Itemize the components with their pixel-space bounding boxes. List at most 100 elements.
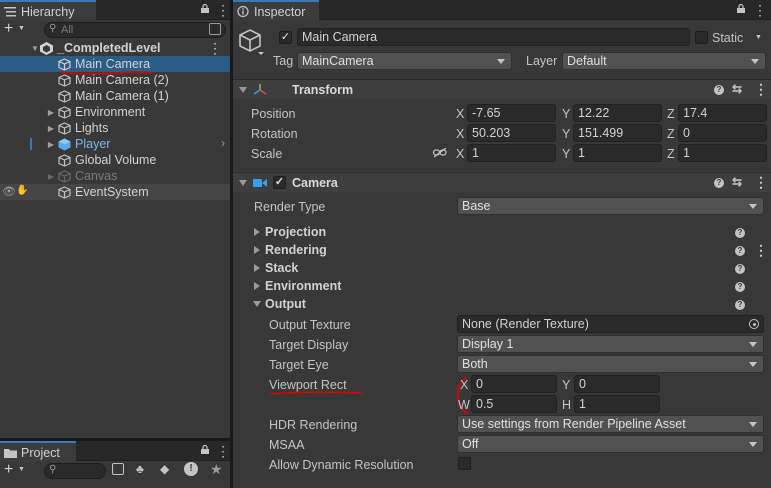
- render-type-dropdown[interactable]: Base: [457, 197, 764, 215]
- favorite-star-icon[interactable]: ★: [210, 461, 223, 478]
- expand-arrow-icon[interactable]: ▶: [46, 108, 56, 117]
- more-options-icon[interactable]: ⋮: [754, 174, 768, 191]
- position-y-field[interactable]: 12.22: [573, 104, 662, 122]
- help-icon[interactable]: ?: [714, 85, 724, 95]
- hierarchy-item-eventsystem[interactable]: 👁 ✋ EventSystem: [0, 184, 230, 200]
- chevron-down-icon[interactable]: ▼: [18, 25, 25, 32]
- target-display-dropdown[interactable]: Display 1: [457, 335, 764, 353]
- section-output[interactable]: Output ?: [233, 296, 771, 314]
- help-icon[interactable]: ?: [735, 228, 745, 238]
- pickable-hand-icon[interactable]: ✋: [16, 185, 28, 196]
- chevron-right-icon[interactable]: ›: [221, 136, 225, 150]
- layer-label: Layer: [526, 54, 558, 68]
- hierarchy-item-global-volume[interactable]: Global Volume: [0, 152, 230, 168]
- viewport-w-field[interactable]: 0.5: [471, 395, 557, 413]
- chevron-down-icon: [749, 362, 757, 367]
- rotation-y-field[interactable]: 151.499: [573, 124, 662, 142]
- filter-by-type-icon[interactable]: ♣: [136, 462, 144, 476]
- hierarchy-item-scene[interactable]: ▼ _CompletedLevel ⋮: [0, 40, 230, 56]
- label-tag-icon[interactable]: ◆: [160, 462, 169, 476]
- add-icon[interactable]: +: [4, 20, 13, 38]
- hierarchy-item-main-camera-1[interactable]: Main Camera (1): [0, 88, 230, 104]
- section-stack[interactable]: Stack ?: [233, 260, 771, 278]
- viewport-y-field[interactable]: 0: [574, 375, 660, 393]
- hierarchy-item-canvas[interactable]: ▶ Canvas: [0, 168, 230, 184]
- rotation-x-field[interactable]: 50.203: [467, 124, 556, 142]
- link-icon[interactable]: [433, 148, 447, 158]
- tag-dropdown[interactable]: MainCamera: [297, 52, 512, 70]
- chevron-down-icon[interactable]: ▼: [755, 34, 762, 41]
- search-by-type-icon[interactable]: [112, 463, 124, 475]
- collapse-arrow-icon[interactable]: [239, 180, 247, 186]
- red-underline-annotation: [269, 391, 363, 395]
- project-search-input[interactable]: ⚲: [44, 463, 106, 479]
- section-rendering[interactable]: Rendering ? ⋮: [233, 242, 771, 260]
- layer-dropdown[interactable]: Default: [562, 52, 766, 70]
- allow-dynamic-resolution-checkbox[interactable]: [458, 457, 471, 470]
- expand-arrow-icon[interactable]: ▼: [30, 44, 40, 53]
- more-options-icon[interactable]: ⋮: [216, 443, 230, 460]
- scale-z-field[interactable]: 1: [678, 144, 767, 162]
- help-icon[interactable]: ?: [714, 178, 724, 188]
- section-label: Environment: [265, 279, 342, 293]
- section-environment[interactable]: Environment ?: [233, 278, 771, 296]
- scale-x-field[interactable]: 1: [467, 144, 556, 162]
- section-projection[interactable]: Projection ?: [233, 224, 771, 242]
- expand-arrow-icon[interactable]: ▶: [46, 140, 56, 149]
- more-options-icon[interactable]: ⋮: [753, 2, 767, 19]
- hierarchy-item-environment[interactable]: ▶ Environment: [0, 104, 230, 120]
- lock-icon[interactable]: [737, 4, 745, 13]
- hierarchy-item-label: EventSystem: [75, 185, 149, 199]
- presets-icon[interactable]: ⇆: [732, 82, 742, 96]
- add-icon[interactable]: +: [4, 461, 13, 479]
- object-name-field[interactable]: Main Camera: [297, 28, 690, 46]
- active-checkbox[interactable]: ✓: [279, 31, 292, 44]
- scale-y-field[interactable]: 1: [573, 144, 662, 162]
- expand-arrow-icon[interactable]: [254, 228, 260, 236]
- help-icon[interactable]: ?: [735, 246, 745, 256]
- static-checkbox[interactable]: [695, 31, 708, 44]
- more-options-icon[interactable]: ⋮: [208, 40, 222, 57]
- position-z-field[interactable]: 17.4: [678, 104, 767, 122]
- tab-project[interactable]: Project: [0, 441, 76, 462]
- viewport-h-field[interactable]: 1: [574, 395, 660, 413]
- target-eye-dropdown[interactable]: Both: [457, 355, 764, 373]
- more-options-icon[interactable]: ⋮: [754, 242, 768, 259]
- gameobject-icon: [58, 105, 71, 119]
- search-options-icon[interactable]: [209, 23, 221, 35]
- position-x-field[interactable]: -7.65: [467, 104, 556, 122]
- presets-icon[interactable]: ⇆: [732, 175, 742, 189]
- expand-arrow-icon[interactable]: ▶: [46, 124, 56, 133]
- expand-arrow-icon[interactable]: [254, 264, 260, 272]
- warning-icon[interactable]: !: [184, 462, 198, 476]
- msaa-dropdown[interactable]: Off: [457, 435, 764, 453]
- hierarchy-item-player[interactable]: ▶ Player ›: [0, 136, 230, 152]
- hierarchy-item-main-camera-2[interactable]: Main Camera (2): [0, 72, 230, 88]
- camera-enabled-checkbox[interactable]: ✓: [273, 176, 286, 189]
- visibility-eye-icon[interactable]: 👁: [2, 185, 16, 198]
- help-icon[interactable]: ?: [735, 300, 745, 310]
- expand-arrow-icon[interactable]: ▶: [46, 172, 56, 181]
- camera-header[interactable]: ✓ Camera ? ⇆ ⋮: [233, 172, 771, 192]
- more-options-icon[interactable]: ⋮: [216, 2, 230, 19]
- hierarchy-item-lights[interactable]: ▶ Lights: [0, 120, 230, 136]
- chevron-down-icon[interactable]: ▼: [18, 466, 25, 473]
- output-texture-field[interactable]: None (Render Texture): [457, 315, 764, 333]
- expand-arrow-icon[interactable]: [254, 282, 260, 290]
- viewport-x-field[interactable]: 0: [471, 375, 557, 393]
- transform-header[interactable]: Transform ? ⇆ ⋮: [233, 79, 771, 99]
- expand-arrow-icon[interactable]: [254, 246, 260, 254]
- lock-icon[interactable]: [201, 445, 209, 454]
- search-input[interactable]: ⚲ All: [44, 22, 226, 38]
- tab-hierarchy[interactable]: Hierarchy: [0, 0, 96, 21]
- tab-inspector[interactable]: Inspector: [233, 0, 319, 21]
- lock-icon[interactable]: [201, 4, 209, 13]
- help-icon[interactable]: ?: [735, 282, 745, 292]
- rotation-z-field[interactable]: 0: [678, 124, 767, 142]
- help-icon[interactable]: ?: [735, 264, 745, 274]
- collapse-arrow-icon[interactable]: [239, 87, 247, 93]
- more-options-icon[interactable]: ⋮: [754, 81, 768, 98]
- collapse-arrow-icon[interactable]: [253, 301, 261, 307]
- object-picker-icon[interactable]: [749, 319, 759, 329]
- hdr-rendering-dropdown[interactable]: Use settings from Render Pipeline Asset: [457, 415, 764, 433]
